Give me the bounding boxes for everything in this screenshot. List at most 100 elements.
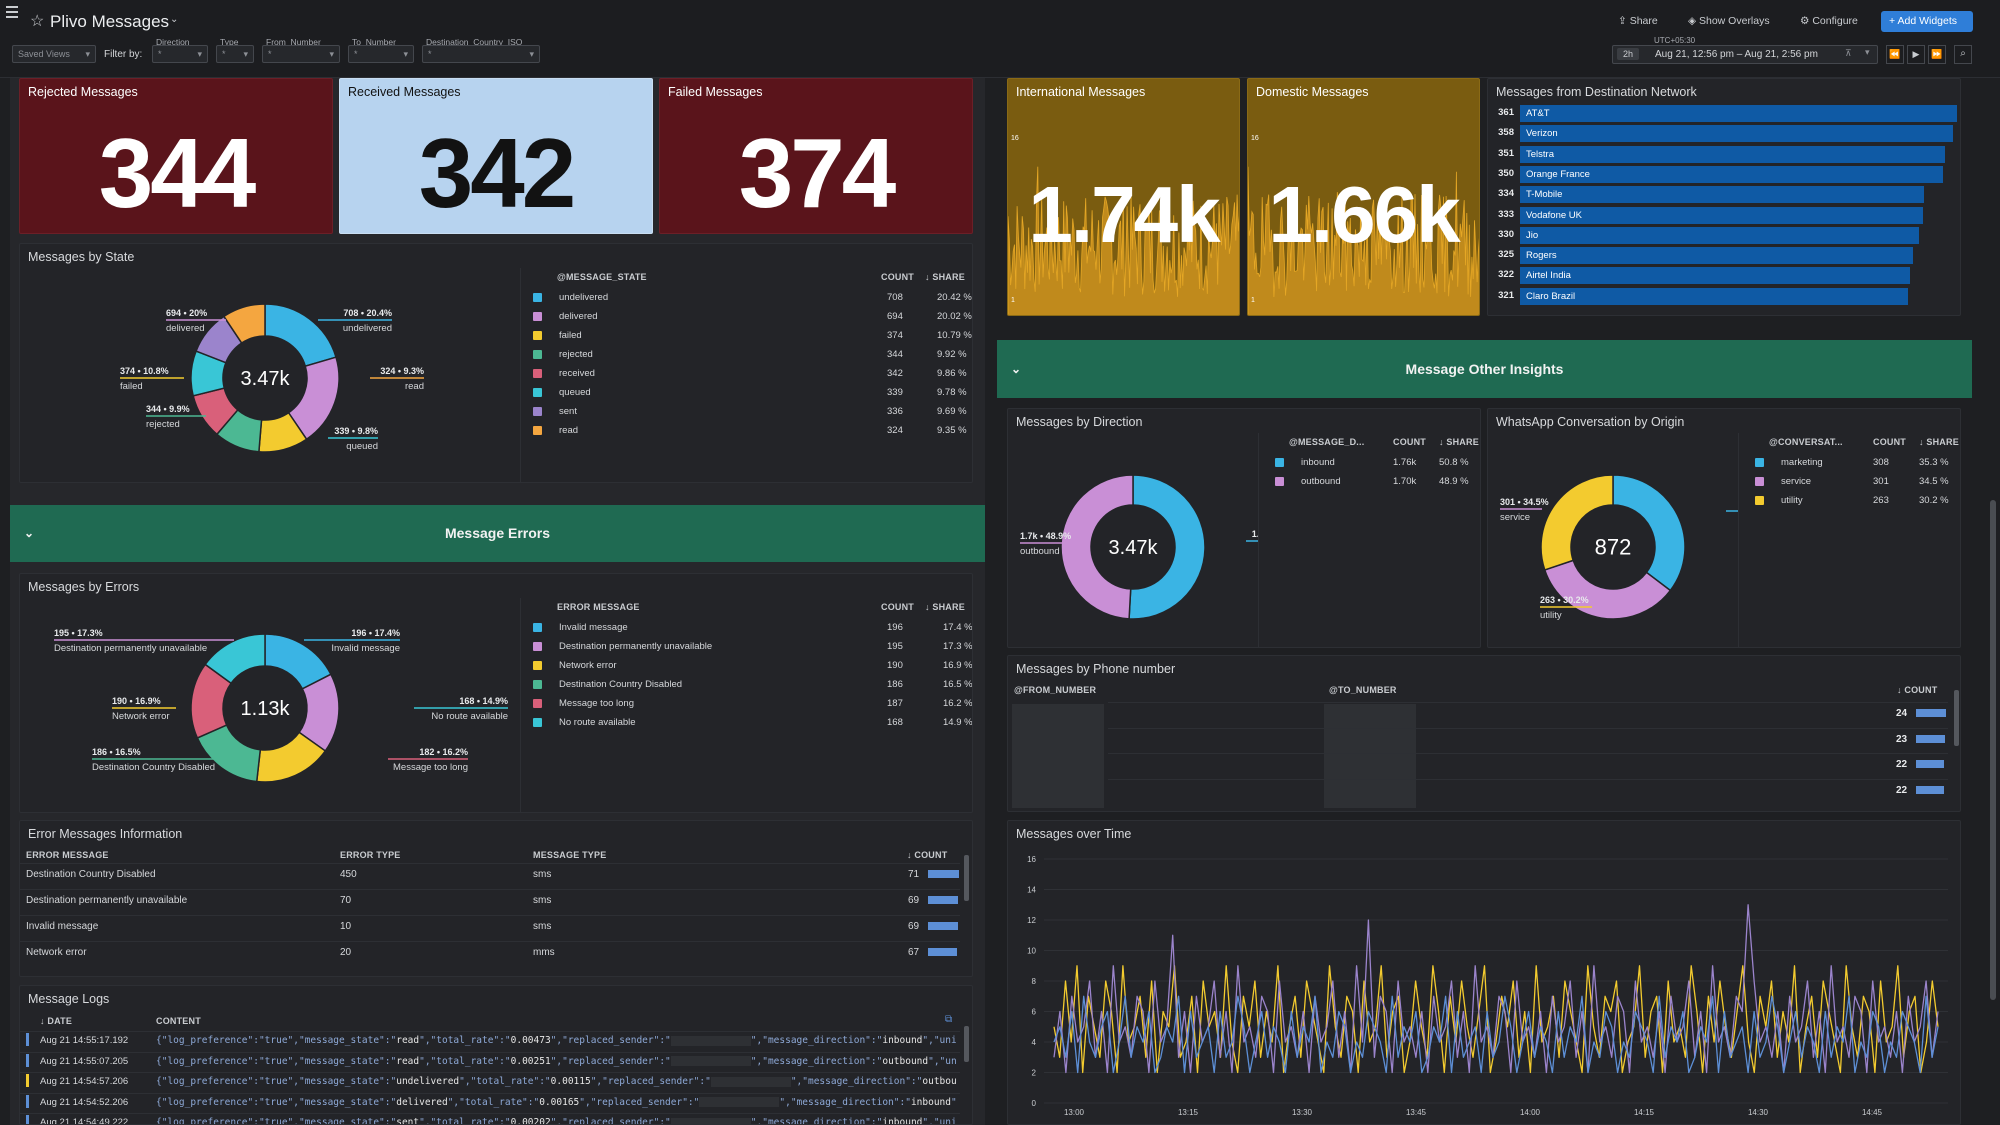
col-header: @MESSAGE_STATE (557, 272, 647, 282)
col-header[interactable]: ↓ SHARE (1919, 437, 1959, 447)
network-bar[interactable] (1520, 287, 1909, 305)
donut-callout: 196 • 17.4% Invalid message (304, 628, 400, 654)
network-bar[interactable] (1520, 105, 1957, 122)
chevron-down-icon[interactable]: ▾ (1865, 47, 1870, 58)
row-share: 9.92 % (937, 349, 967, 360)
chevron-down-icon[interactable]: ⌄ (1011, 340, 1021, 398)
configure-button[interactable]: ⚙ Configure (1800, 15, 1858, 27)
phone-count: 22 (1896, 784, 1908, 796)
kpi-value: 342 (418, 118, 577, 228)
open-external-icon[interactable]: ⧉ (945, 1014, 952, 1025)
network-bar[interactable] (1520, 267, 1910, 285)
log-content: {"log_preference":"true","message_state"… (156, 1097, 956, 1108)
donut-slice[interactable] (1612, 474, 1686, 592)
section-title: Message Errors (444, 525, 551, 541)
page-scrollbar[interactable] (1990, 500, 1996, 1000)
count-bar (928, 896, 959, 904)
filter-type[interactable]: * ▾ (216, 45, 254, 63)
range-preset[interactable]: 2h (1617, 48, 1640, 60)
time-range-picker[interactable]: 2h Aug 21, 12:56 pm – Aug 21, 2:56 pm ⊼ … (1612, 45, 1878, 64)
table-row[interactable] (1108, 702, 1948, 726)
state-table: @MESSAGE_STATE COUNT ↓ SHARE undelivered… (520, 268, 972, 482)
col-header[interactable]: ↓ COUNT (1897, 685, 1937, 695)
col-header[interactable]: ↓ SHARE (1439, 437, 1479, 447)
forward-button[interactable]: ⏩ (1928, 45, 1946, 64)
log-content: {"log_preference":"true","message_state"… (156, 1117, 956, 1124)
table-row[interactable] (1108, 727, 1948, 752)
hamburger-icon[interactable] (6, 6, 18, 18)
x-tick-label: 14:45 (1862, 1108, 1883, 1117)
col-header[interactable]: ↓ SHARE (925, 602, 965, 612)
table-row[interactable] (521, 329, 972, 348)
filter-to-number[interactable]: * ▾ (348, 45, 414, 63)
table-row[interactable] (521, 424, 972, 443)
callout-label: queued (346, 441, 378, 452)
table-row[interactable] (20, 941, 960, 966)
donut-slice[interactable] (264, 303, 337, 368)
panel-messages-by-phone: Messages by Phone number @FROM_NUMBER @T… (1007, 655, 1961, 812)
table-row[interactable] (20, 915, 960, 940)
row-count: 190 (887, 660, 903, 671)
filter-from-number[interactable]: * ▾ (262, 45, 340, 63)
message-type: sms (533, 895, 552, 906)
log-text: ","replaced_sender":" (579, 1096, 700, 1108)
error-type: 70 (340, 895, 352, 906)
network-bar[interactable] (1520, 125, 1953, 143)
network-bar[interactable] (1520, 186, 1925, 204)
saved-views-select[interactable]: Saved Views ▾ (12, 45, 96, 63)
col-header[interactable]: ↓ SHARE (925, 272, 965, 282)
network-bar[interactable] (1520, 226, 1920, 244)
scrollbar[interactable] (964, 1026, 969, 1062)
row-count: 168 (887, 717, 903, 728)
direction-table: @MESSAGE_D... COUNT ↓ SHARE inbound 1.76k… (1258, 433, 1480, 647)
log-date: Aug 21 14:54:52.206 (40, 1096, 129, 1108)
callout-value: 263 • 30.2% (1540, 595, 1589, 605)
col-header: ERROR MESSAGE (557, 602, 640, 612)
show-overlays-button[interactable]: ◈ Show Overlays (1688, 15, 1770, 27)
col-header: @FROM_NUMBER (1014, 685, 1097, 695)
log-rate: 0.00115 (550, 1076, 591, 1087)
section-message-other-insights[interactable]: ⌄ Message Other Insights (997, 340, 1972, 398)
callout-value: 339 • 9.8% (334, 426, 378, 436)
star-icon[interactable]: ☆ (30, 11, 44, 31)
error-message: Destination Country Disabled (26, 869, 156, 880)
filter-destination-country[interactable]: * ▾ (422, 45, 540, 63)
scrollbar[interactable] (1954, 690, 1959, 746)
network-bar[interactable] (1520, 145, 1945, 163)
log-level-indicator (26, 1115, 29, 1124)
chevron-down-icon[interactable]: ⌄ (170, 14, 178, 25)
chevron-down-icon[interactable]: ⌄ (24, 505, 34, 562)
rewind-button[interactable]: ⏪ (1886, 45, 1904, 64)
donut-callout: 339 • 9.8% queued (328, 426, 378, 452)
table-row[interactable] (20, 863, 960, 888)
section-message-errors[interactable]: ⌄ Message Errors (10, 505, 985, 562)
message-type: sms (533, 869, 552, 880)
col-header[interactable]: ↓ COUNT (907, 850, 947, 860)
row-count: 694 (887, 311, 903, 322)
row-share: 16.5 % (943, 679, 973, 690)
log-state: delivered (396, 1096, 448, 1108)
table-row[interactable] (1108, 778, 1948, 803)
table-row[interactable] (1108, 753, 1948, 777)
pin-icon[interactable]: ⊼ (1845, 48, 1852, 59)
col-header[interactable]: ↓ DATE (40, 1016, 72, 1026)
zoom-icon[interactable]: ⌕ (1954, 45, 1972, 64)
row-label: inbound (1301, 457, 1335, 468)
error-message: Network error (26, 947, 87, 958)
add-widgets-button[interactable]: + Add Widgets (1881, 11, 1973, 32)
redacted-value (670, 1117, 751, 1124)
network-name: Telstra (1526, 148, 1554, 160)
x-tick-label: 13:00 (1064, 1108, 1085, 1117)
filter-direction[interactable]: * ▾ (152, 45, 208, 63)
network-bar[interactable] (1520, 247, 1914, 265)
table-row[interactable] (521, 405, 972, 424)
share-icon: ⇪ (1618, 15, 1630, 27)
play-button[interactable]: ▶ (1907, 45, 1925, 64)
scrollbar[interactable] (964, 855, 969, 901)
network-count: 350 (1498, 167, 1514, 179)
dashboard-title[interactable]: Plivo Messages (50, 12, 169, 32)
row-share: 17.4 % (943, 622, 973, 633)
callout-label: undelivered (343, 323, 392, 334)
share-button[interactable]: ⇪ Share (1618, 15, 1658, 27)
row-share: 16.9 % (943, 660, 973, 671)
